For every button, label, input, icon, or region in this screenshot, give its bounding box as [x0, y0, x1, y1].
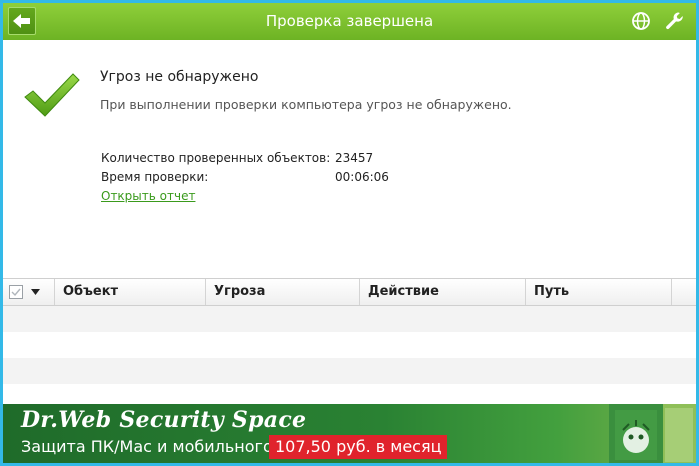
window-title: Проверка завершена — [265, 12, 434, 30]
scan-complete-window: Проверка завершена Угроз не обнаружено П… — [0, 0, 699, 466]
checkmark-icon — [11, 288, 21, 297]
language-button[interactable] — [630, 10, 652, 32]
table-row — [3, 358, 696, 384]
select-all-header[interactable] — [3, 279, 55, 305]
success-checkmark-icon — [24, 73, 80, 117]
promo-banner[interactable]: Dr.Web Security Space Защита ПК/Mac и мо… — [3, 404, 696, 463]
column-action[interactable]: Действие — [360, 279, 526, 305]
wrench-icon — [666, 12, 683, 30]
table-header: Объект Угроза Действие Путь — [3, 278, 696, 306]
select-all-checkbox[interactable] — [9, 285, 23, 299]
objects-scanned-value: 23457 — [335, 151, 374, 165]
back-button[interactable] — [8, 7, 36, 35]
result-title: Угроз не обнаружено — [100, 69, 259, 85]
threats-table: Объект Угроза Действие Путь — [3, 278, 696, 384]
banner-price: 107,50 руб. в месяц — [269, 435, 448, 459]
dropdown-arrow-icon[interactable] — [31, 289, 40, 295]
column-path[interactable]: Путь — [526, 279, 672, 305]
objects-scanned-label: Количество проверенных объектов: — [101, 151, 331, 165]
settings-button[interactable] — [664, 10, 686, 32]
back-arrow-icon — [13, 14, 30, 28]
table-row — [3, 332, 696, 358]
title-bar: Проверка завершена — [3, 3, 696, 40]
result-description: При выполнении проверки компьютера угроз… — [100, 97, 512, 112]
scan-time-value: 00:06:06 — [335, 170, 389, 184]
scan-time-label: Время проверки: — [101, 170, 209, 184]
product-box-image — [609, 404, 696, 463]
globe-icon — [632, 12, 650, 30]
column-object[interactable]: Объект — [55, 279, 206, 305]
open-report-link[interactable]: Открыть отчет — [101, 189, 195, 203]
table-row — [3, 306, 696, 332]
banner-title: Dr.Web Security Space — [21, 407, 307, 433]
banner-subtitle: Защита ПК/Mac и мобильного — [21, 437, 273, 456]
column-threat[interactable]: Угроза — [206, 279, 360, 305]
